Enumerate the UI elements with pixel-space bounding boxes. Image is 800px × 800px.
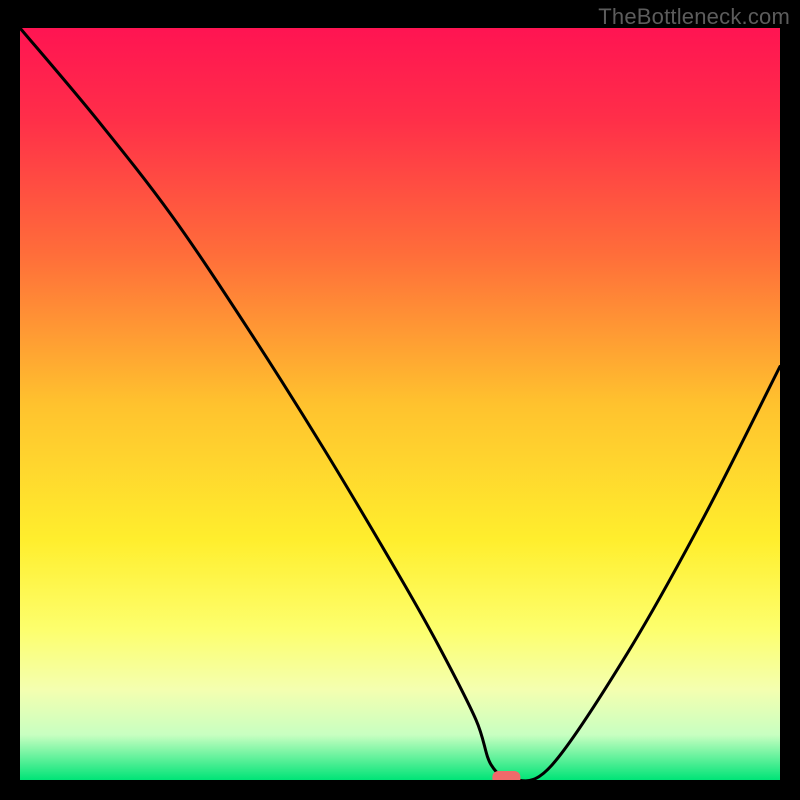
watermark-text: TheBottleneck.com [598, 4, 790, 30]
chart-svg [20, 28, 780, 780]
gradient-background [20, 28, 780, 780]
optimal-marker [492, 771, 520, 780]
bottleneck-chart [20, 28, 780, 780]
chart-frame: TheBottleneck.com [0, 0, 800, 800]
